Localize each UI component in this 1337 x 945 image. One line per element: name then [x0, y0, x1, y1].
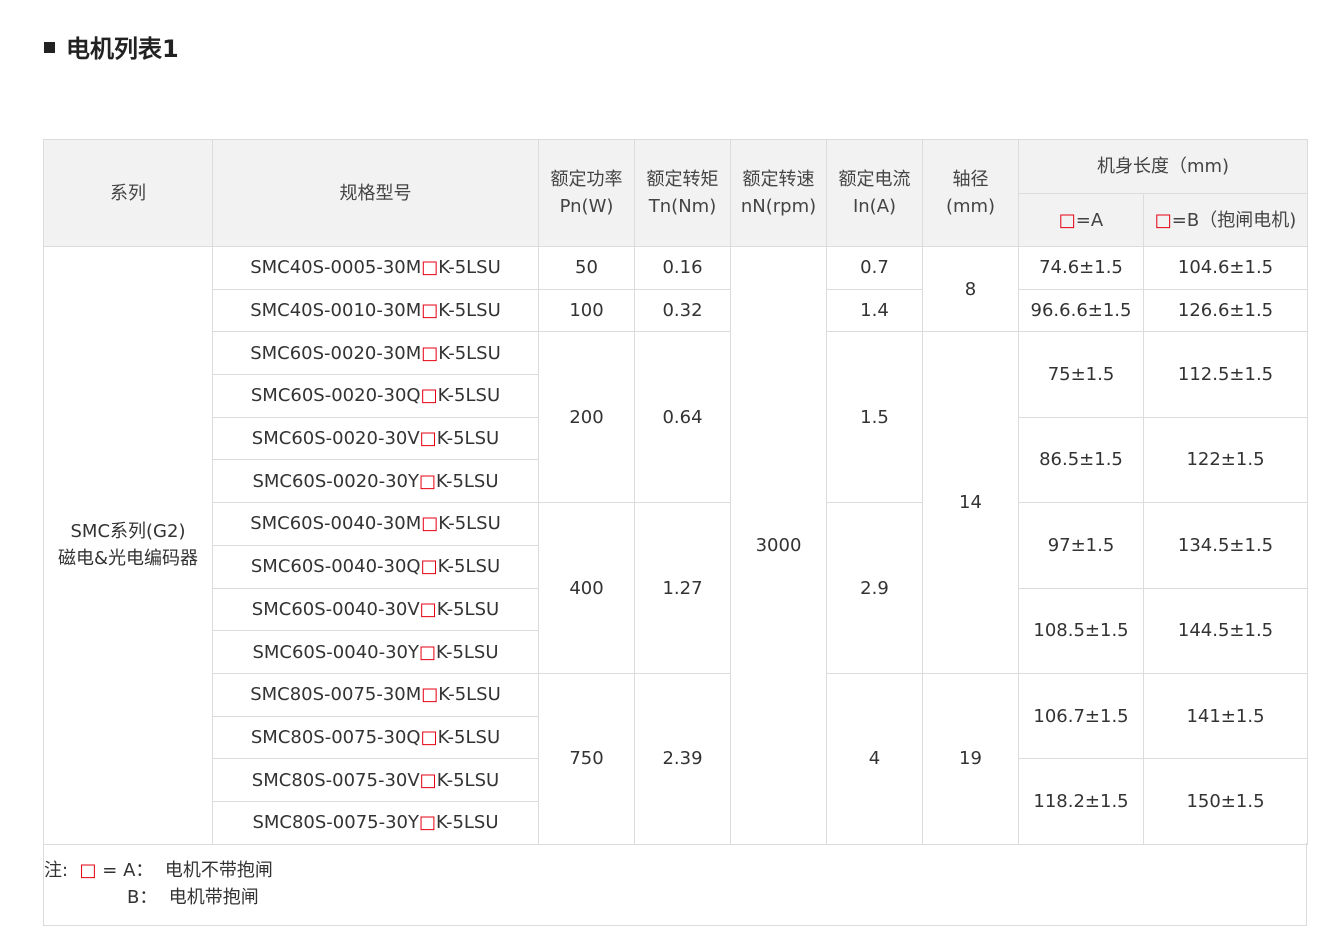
- model-cell: SMC60S-0040-30Q□K-5LSU: [212, 544, 539, 589]
- power-cell: 750: [538, 672, 635, 845]
- torque-cell: 0.32: [634, 288, 731, 333]
- square-bullet-icon: [44, 41, 55, 53]
- header-model: 规格型号: [212, 139, 539, 247]
- length-b-cell: 112.5±1.5: [1143, 331, 1308, 418]
- model-cell: SMC80S-0075-30M□K-5LSU: [212, 672, 539, 717]
- power-cell: 400: [538, 502, 635, 674]
- power-cell: 50: [538, 246, 635, 290]
- model-cell: SMC60S-0020-30M□K-5LSU: [212, 331, 539, 376]
- length-a-cell: 74.6±1.5: [1018, 246, 1144, 290]
- length-a-cell: 118.2±1.5: [1018, 758, 1144, 845]
- footnote-line-b: B： 电机带抱闸: [127, 887, 259, 908]
- length-b-cell: 150±1.5: [1143, 758, 1308, 845]
- length-a-cell: 96.6.6±1.5: [1018, 288, 1144, 333]
- header-length-b: □=B（抱闸电机): [1143, 193, 1308, 247]
- power-cell: 100: [538, 288, 635, 333]
- header-length: 机身长度（mm): [1018, 139, 1308, 194]
- length-b-cell: 104.6±1.5: [1143, 246, 1308, 290]
- speed-cell: 3000: [730, 246, 827, 845]
- header-length-a: □=A: [1018, 193, 1144, 247]
- model-cell: SMC60S-0020-30Q□K-5LSU: [212, 374, 539, 418]
- length-a-cell: 75±1.5: [1018, 331, 1144, 418]
- table-row: SMC60S-0040-30M□K-5LSU 400 1.27 2.9 97±1.5 13…: [44, 502, 1308, 674]
- page-title: 电机列表1: [44, 28, 179, 64]
- length-a-cell: 97±1.5: [1018, 502, 1144, 589]
- current-cell: 1.5: [826, 331, 923, 504]
- length-a-cell: 86.5±1.5: [1018, 416, 1144, 504]
- model-cell: SMC60S-0040-30M□K-5LSU: [212, 502, 539, 546]
- header-series: 系列: [43, 139, 213, 247]
- torque-cell: 0.16: [634, 246, 731, 290]
- shaft-cell: 19: [922, 672, 1019, 845]
- length-b-cell: 144.5±1.5: [1143, 587, 1308, 674]
- length-b-cell: 134.5±1.5: [1143, 502, 1308, 589]
- model-cell: SMC80S-0075-30Y□K-5LSU: [212, 800, 539, 845]
- current-cell: 4: [826, 672, 923, 845]
- footnote: 注: □ = A： 电机不带抱闸 B： 电机带抱闸: [43, 843, 1307, 926]
- table-row: SMC60S-0020-30M□K-5LSU 200 0.64 1.5 14 75±1.5…: [44, 331, 1308, 674]
- model-cell: SMC80S-0075-30V□K-5LSU: [212, 758, 539, 802]
- header-current: 额定电流 In(A): [826, 139, 923, 247]
- model-cell: SMC60S-0020-30V□K-5LSU: [212, 416, 539, 461]
- model-cell: SMC60S-0040-30V□K-5LSU: [212, 587, 539, 632]
- model-cell: SMC60S-0020-30Y□K-5LSU: [212, 459, 539, 504]
- shaft-cell: 14: [922, 331, 1019, 674]
- current-cell: 1.4: [826, 288, 923, 333]
- table-row: SMC80S-0075-30M□K-5LSU 750 2.39 4 19 106.7±1.…: [44, 672, 1308, 845]
- length-a-cell: 108.5±1.5: [1018, 587, 1144, 674]
- page-title-text: 电机列表1: [66, 34, 179, 63]
- current-cell: 0.7: [826, 246, 923, 290]
- length-b-cell: 122±1.5: [1143, 416, 1308, 504]
- header-power: 额定功率 Pn(W): [538, 139, 635, 247]
- model-cell: SMC80S-0075-30Q□K-5LSU: [212, 715, 539, 760]
- table-row: SMC系列(G2) 磁电&光电编码器 SMC40S-0005-30M□K-5LSU 5…: [43, 245, 1308, 845]
- series-cell: SMC系列(G2) 磁电&光电编码器: [43, 246, 213, 845]
- header-torque: 额定转矩 Tn(Nm): [634, 139, 731, 247]
- table-row: SMC40S-0010-30M□K-5LSU 100 0.32 1.4 96.6.6±1…: [44, 288, 1308, 333]
- torque-cell: 2.39: [634, 672, 731, 845]
- model-cell: SMC40S-0010-30M□K-5LSU: [212, 288, 539, 333]
- motor-spec-table: 系列 规格型号 额定功率 Pn(W) 额定转矩 Tn(Nm) 额定转速 nN(rpm)…: [43, 139, 1308, 845]
- length-b-cell: 126.6±1.5: [1143, 288, 1308, 333]
- length-a-cell: 106.7±1.5: [1018, 672, 1144, 760]
- model-cell: SMC60S-0040-30Y□K-5LSU: [212, 630, 539, 674]
- shaft-cell: 8: [922, 245, 1019, 333]
- header-speed: 额定转速 nN(rpm): [730, 139, 827, 247]
- power-cell: 200: [538, 331, 635, 504]
- current-cell: 2.9: [826, 502, 923, 674]
- torque-cell: 1.27: [634, 502, 731, 674]
- torque-cell: 0.64: [634, 331, 731, 504]
- model-cell: SMC40S-0005-30M□K-5LSU: [212, 246, 539, 290]
- header-shaft: 轴径 (mm): [922, 139, 1019, 247]
- length-b-cell: 141±1.5: [1143, 672, 1308, 760]
- footnote-line-a: 注: □ = A： 电机不带抱闸: [44, 860, 273, 881]
